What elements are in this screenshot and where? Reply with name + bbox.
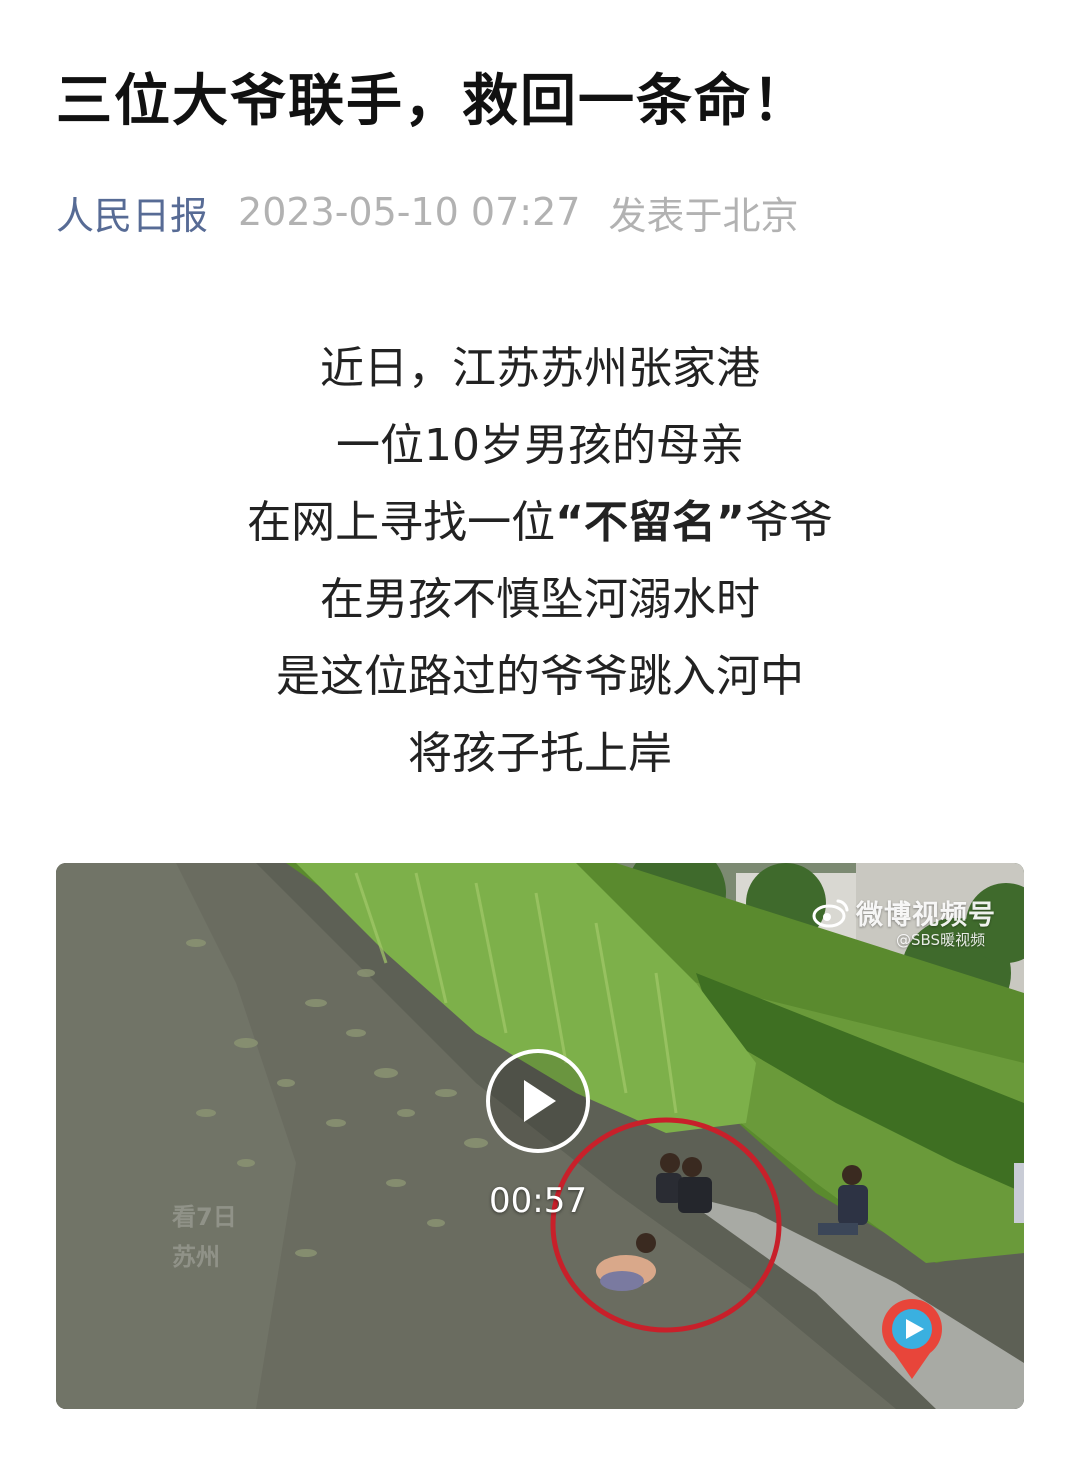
intro-line-1: 近日，江苏苏州张家港	[320, 343, 760, 394]
intro-line-3-post: 爷爷	[744, 497, 833, 548]
article-title: 三位大爷联手，救回一条命！	[56, 69, 810, 134]
play-icon	[524, 1080, 556, 1122]
intro-line-6: 将孩子托上岸	[408, 728, 672, 779]
publish-location: 发表于北京	[608, 193, 799, 238]
faint-watermark-line-2: 苏州	[172, 1243, 220, 1271]
video-duration: 00:57	[489, 1181, 587, 1221]
play-button[interactable]	[486, 1049, 590, 1153]
video-watermark-text: 微博视频号	[856, 900, 996, 931]
intro-line-2: 一位10岁男孩的母亲	[336, 420, 744, 471]
video-watermark: 微博视频号	[812, 893, 996, 932]
mascot-icon	[882, 1299, 942, 1379]
video-player[interactable]: 看7日 苏州 微博视频号 @SBS暖视频 00:57	[56, 863, 1024, 1409]
intro-line-4: 在男孩不慎坠河溺水时	[320, 574, 760, 625]
account-name-link[interactable]: 人民日报	[56, 185, 208, 240]
publish-date: 2023-05-10 07:27	[238, 190, 581, 234]
intro-line-5: 是这位路过的爷爷跳入河中	[276, 651, 804, 702]
article-intro: 近日，江苏苏州张家港 一位10岁男孩的母亲 在网上寻找一位“不留名”爷爷 在男孩…	[0, 330, 1080, 792]
faint-watermark: 看7日 苏州	[172, 1197, 237, 1277]
video-watermark-handle: @SBS暖视频	[896, 931, 986, 949]
intro-line-3-bold: “不留名”	[555, 497, 745, 548]
faint-watermark-line-1: 看7日	[172, 1203, 237, 1231]
article-meta: 人民日报 2023-05-10 07:27 发表于北京	[56, 184, 798, 240]
intro-line-3-pre: 在网上寻找一位	[247, 497, 556, 548]
weibo-logo-icon	[812, 899, 849, 927]
intro-line-3: 在网上寻找一位“不留名”爷爷	[0, 484, 1080, 561]
